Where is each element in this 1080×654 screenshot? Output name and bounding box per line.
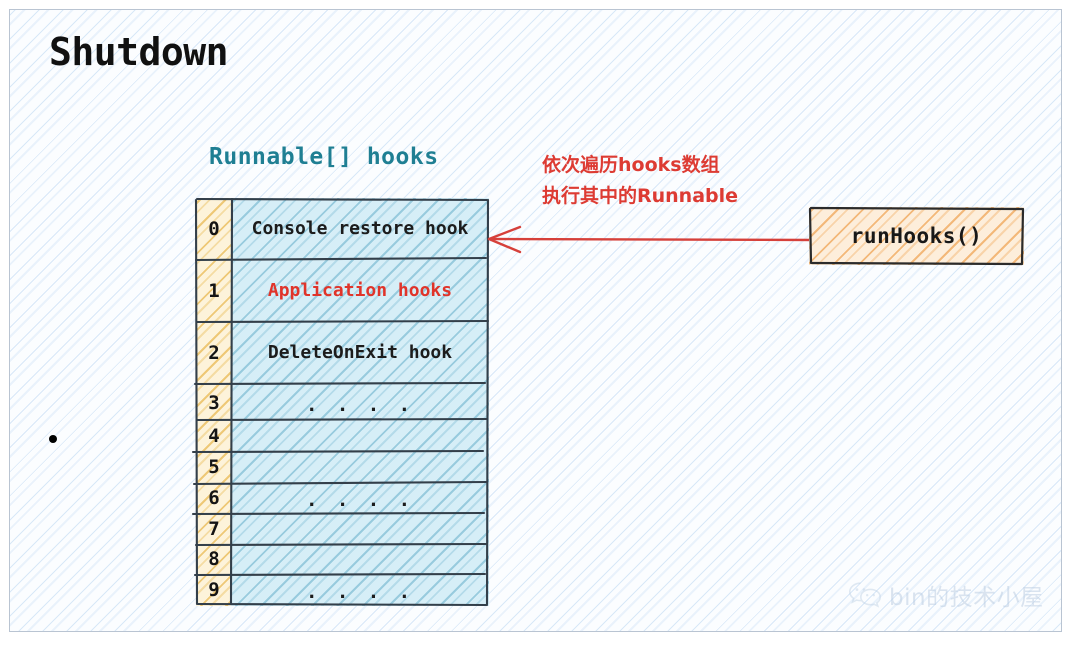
table-row-index: 0 (208, 218, 220, 240)
table-row-value: Console restore hook (251, 218, 469, 239)
watermark-text: bin的技术小屋 (889, 585, 1044, 611)
array-caption-label: Runnable[] hooks (209, 144, 439, 170)
table-row-index: 8 (208, 548, 220, 570)
table-row-value: . . . . (305, 394, 415, 416)
table-row-value: . . . . (305, 581, 415, 603)
annotation-line-1: 依次遍历hooks数组 (542, 154, 720, 176)
hooks-array-table: 0 Console restore hook 1 Application hoo… (191, 197, 490, 607)
table-row-index: 9 (208, 579, 220, 601)
annotation-line-2: 执行其中的Runnable (542, 185, 739, 207)
annotation-text: 依次遍历hooks数组 执行其中的Runnable (542, 150, 738, 212)
table-row-index: 1 (208, 280, 220, 302)
table-row-index: 4 (208, 425, 220, 447)
table-row-index: 5 (208, 456, 220, 478)
table-row-value: . . . . (305, 489, 415, 511)
slide-canvas: Shutdown Runnable[] hooks 0 Console rest… (9, 9, 1062, 632)
run-hooks-box[interactable]: runHooks() (808, 206, 1025, 266)
run-hooks-label: runHooks() (850, 224, 983, 248)
table-row-value: Application hooks (267, 280, 453, 301)
table-row-index: 2 (208, 342, 220, 364)
wechat-icon (848, 582, 882, 608)
table-row-value: DeleteOnExit hook (267, 342, 453, 363)
table-row-index: 7 (208, 518, 220, 540)
watermark: bin的技术小屋 (848, 578, 1044, 612)
arrow-icon (487, 225, 818, 254)
page-title: Shutdown (49, 30, 229, 74)
array-rows: 0 Console restore hook 1 Application hoo… (195, 198, 489, 606)
table-row-index: 6 (208, 487, 220, 509)
table-row-index: 3 (208, 392, 220, 414)
bullet-dot (49, 435, 57, 443)
